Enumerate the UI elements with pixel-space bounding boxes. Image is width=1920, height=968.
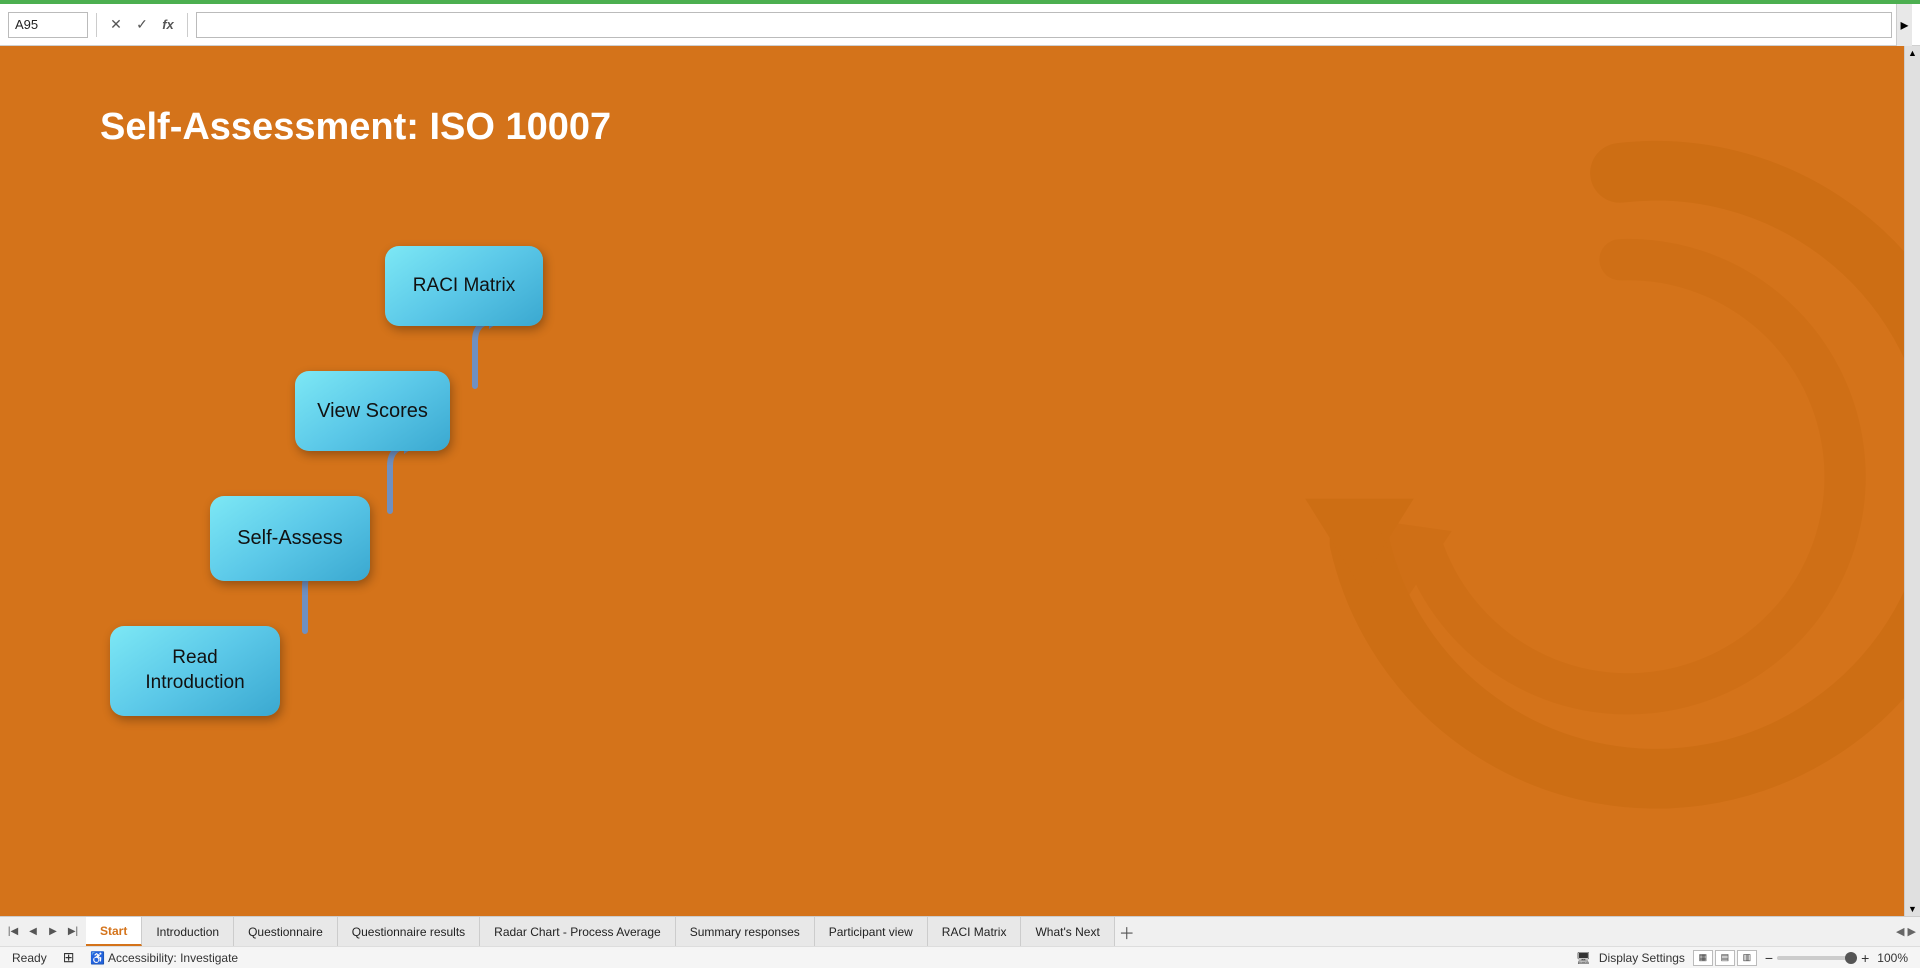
zoom-slider-thumb (1845, 952, 1857, 964)
flowchart-container: Read Introduction Self-Assess View Score… (80, 196, 580, 816)
tab-raci-matrix[interactable]: RACI Matrix (928, 917, 1022, 946)
page-layout-button[interactable]: ▤ (1715, 950, 1735, 966)
tab-summary-responses[interactable]: Summary responses (676, 917, 815, 946)
topbar-scroll-right: ▸ (1896, 4, 1912, 46)
page-break-button[interactable]: ▥ (1737, 950, 1757, 966)
self-assess-button[interactable]: Self-Assess (210, 496, 370, 581)
tab-nav-first[interactable]: |◀ (4, 923, 22, 941)
accessibility-label[interactable]: ♿ Accessibility: Investigate (90, 951, 238, 965)
tab-start[interactable]: Start (86, 917, 142, 946)
view-scores-button[interactable]: View Scores (295, 371, 450, 451)
cell-reference-box[interactable]: A95 (8, 12, 88, 38)
status-bar: Ready ⊞ ♿ Accessibility: Investigate 🖥 D… (0, 946, 1920, 968)
normal-view-button[interactable]: ▦ (1693, 950, 1713, 966)
topbar-divider-1 (96, 13, 97, 37)
excel-topbar: A95 ✕ ✓ fx ▸ (0, 4, 1920, 46)
zoom-slider-container: − + (1765, 950, 1869, 966)
tab-participant-view[interactable]: Participant view (815, 917, 928, 946)
zoom-minus-btn[interactable]: − (1765, 950, 1773, 966)
zoom-slider[interactable] (1777, 956, 1857, 960)
function-icon[interactable]: fx (157, 14, 179, 36)
main-scroll-right[interactable]: ▲ ▼ (1904, 46, 1920, 916)
raci-matrix-button[interactable]: RACI Matrix (385, 246, 543, 326)
tab-radar-chart[interactable]: Radar Chart - Process Average (480, 917, 676, 946)
status-cell-icon: ⊞ (63, 949, 75, 966)
tab-whats-next[interactable]: What's Next (1021, 917, 1114, 946)
status-ready: Ready (12, 951, 47, 965)
zoom-plus-btn[interactable]: + (1861, 950, 1869, 966)
tab-nav-last[interactable]: ▶| (64, 923, 82, 941)
tab-bar: |◀ ◀ ▶ ▶| Start Introduction Questionnai… (0, 916, 1920, 946)
view-buttons: ▦ ▤ ▥ (1693, 950, 1757, 966)
confirm-icon[interactable]: ✓ (131, 14, 153, 36)
read-introduction-button[interactable]: Read Introduction (110, 626, 280, 716)
topbar-divider-2 (187, 13, 188, 37)
tab-scroll-right[interactable]: ◀ ▶ (1892, 917, 1920, 946)
formula-bar[interactable] (196, 12, 1892, 38)
zoom-level: 100% (1877, 951, 1908, 965)
status-right: 🖥 Display Settings ▦ ▤ ▥ − + 100% (1576, 950, 1908, 966)
accessibility-icon: ♿ (90, 951, 105, 965)
display-settings-icon: 🖥 (1576, 951, 1591, 965)
tab-nav-prev[interactable]: ◀ (24, 923, 42, 941)
tab-nav-next[interactable]: ▶ (44, 923, 62, 941)
main-content: Self-Assessment: ISO 10007 Read Introduc… (0, 46, 1920, 916)
tab-nav-arrows: |◀ ◀ ▶ ▶| (0, 917, 86, 946)
accessibility-text: Accessibility: Investigate (108, 951, 238, 965)
tab-questionnaire-results[interactable]: Questionnaire results (338, 917, 480, 946)
add-sheet-button[interactable]: ＋ (1115, 917, 1139, 946)
tab-questionnaire[interactable]: Questionnaire (234, 917, 338, 946)
tab-introduction[interactable]: Introduction (142, 917, 234, 946)
cancel-icon[interactable]: ✕ (105, 14, 127, 36)
page-title: Self-Assessment: ISO 10007 (100, 106, 611, 149)
tab-bar-spacer (1139, 917, 1892, 946)
background-decoration (1240, 86, 1920, 846)
display-settings-label[interactable]: Display Settings (1599, 951, 1685, 965)
